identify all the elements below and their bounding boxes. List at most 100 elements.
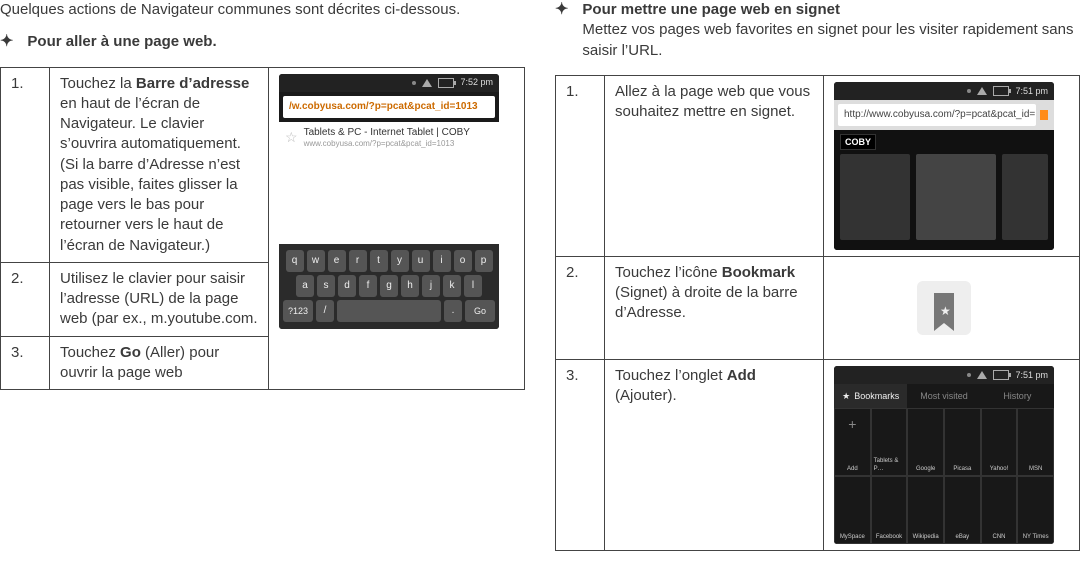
key: d xyxy=(338,275,356,297)
status-bar: 7:51 pm xyxy=(834,82,1054,100)
heading-left: ✦ Pour aller à une page web. xyxy=(0,32,525,52)
address-bar: http://www.cobyusa.com/?p=pcat&pcat_id=1… xyxy=(838,104,1036,126)
heading-right-block: Pour mettre une page web en signet Mette… xyxy=(582,0,1080,61)
key: k xyxy=(443,275,461,297)
step3-bold: Go xyxy=(120,344,141,361)
key: u xyxy=(412,250,430,272)
key: p xyxy=(475,250,493,272)
key: y xyxy=(391,250,409,272)
table-row: 3. Touchez l’onglet Add (Ajouter). 7:51 … xyxy=(556,359,1080,550)
key: a xyxy=(296,275,314,297)
step-number: 2. xyxy=(1,262,50,336)
page-carousel: COBY xyxy=(834,130,1054,250)
cell: Picasa xyxy=(944,408,981,476)
arrow-icon: ✦ xyxy=(0,32,13,51)
wifi-icon xyxy=(977,371,987,379)
right-column: ✦ Pour mettre une page web en signet Met… xyxy=(555,0,1080,576)
step-text: Allez à la page web que vous souhaitez m… xyxy=(605,75,824,256)
key: t xyxy=(370,250,388,272)
left-column: Quelques actions de Navigateur communes … xyxy=(0,0,525,576)
phone-mock-keyboard: 7:52 pm /w.cobyusa.com/?p=pcat&pcat_id=1… xyxy=(279,74,499,329)
step-number: 3. xyxy=(1,336,50,390)
step2-bold: Bookmark xyxy=(722,264,795,281)
clock: 7:51 pm xyxy=(1015,369,1048,381)
wifi-icon xyxy=(977,87,987,95)
cell: eBay xyxy=(944,476,981,544)
key: o xyxy=(454,250,472,272)
table-row: 1. Allez à la page web que vous souhaite… xyxy=(556,75,1080,256)
step-number: 1. xyxy=(1,67,50,262)
step-text: Touchez l’onglet Add (Ajouter). xyxy=(605,359,824,550)
step1-pre: Touchez la xyxy=(60,75,136,92)
table-row: 1. Touchez la Barre d’adresse en haut de… xyxy=(1,67,525,262)
step2-pre: Touchez l’icône xyxy=(615,264,722,281)
key-go: Go xyxy=(465,300,495,322)
keyboard: q w e r t y u i o p xyxy=(279,244,499,329)
bookmark-tabs: ★ Bookmarks Most visited History xyxy=(834,384,1054,408)
cell: Tablets & P… xyxy=(871,408,908,476)
bookmarks-grid: ★ Bookmarks Most visited History Add Tab… xyxy=(834,384,1054,544)
key: s xyxy=(317,275,335,297)
left-table: 1. Touchez la Barre d’adresse en haut de… xyxy=(0,67,525,391)
step3-bold: Add xyxy=(727,367,756,384)
cell: CNN xyxy=(981,476,1018,544)
page-title-block: Tablets & PC - Internet Tablet | COBY ww… xyxy=(304,126,470,150)
coby-logo: COBY xyxy=(840,134,876,150)
clock: 7:51 pm xyxy=(1015,85,1048,97)
cell: Wikipedia xyxy=(907,476,944,544)
status-bar: 7:52 pm xyxy=(279,74,499,92)
key: w xyxy=(307,250,325,272)
tab-bookmarks: ★ Bookmarks xyxy=(834,384,907,408)
cell-add: Add xyxy=(834,408,871,476)
heading-right-text: Pour mettre une page web en signet xyxy=(582,1,840,18)
page-subtitle: www.cobyusa.com/?p=pcat&pcat_id=1013 xyxy=(304,139,470,150)
phone-mock-bookmarks: 7:51 pm ★ Bookmarks Most visited History… xyxy=(834,366,1054,544)
tab-bookmarks-label: Bookmarks xyxy=(854,390,899,402)
heading-left-text: Pour aller à une page web. xyxy=(27,32,525,52)
battery-icon xyxy=(438,78,454,88)
signal-icon xyxy=(967,373,971,377)
arrow-icon: ✦ xyxy=(555,0,568,19)
key-dot: . xyxy=(444,300,462,322)
kbd-row-1: q w e r t y u i o p xyxy=(283,250,495,272)
step-number: 3. xyxy=(556,359,605,550)
table-row: 2. Touchez l’icône Bookmark (Signet) à d… xyxy=(556,256,1080,359)
step-text: Touchez Go (Aller) pour ouvrir la page w… xyxy=(50,336,269,390)
page-title-row: ☆ Tablets & PC - Internet Tablet | COBY … xyxy=(279,122,499,154)
tab-most-visited: Most visited xyxy=(907,384,980,408)
bookmark-icon: ★ xyxy=(917,281,971,335)
cell: Facebook xyxy=(871,476,908,544)
key: j xyxy=(422,275,440,297)
address-bar: /w.cobyusa.com/?p=pcat&pcat_id=1013 xyxy=(283,96,495,118)
right-table: 1. Allez à la page web que vous souhaite… xyxy=(555,75,1080,551)
cell: MSN xyxy=(1017,408,1054,476)
key: e xyxy=(328,250,346,272)
cell: NY Times xyxy=(1017,476,1054,544)
step3-pre: Touchez xyxy=(60,344,120,361)
step3-post: (Ajouter). xyxy=(615,387,677,404)
slide xyxy=(1002,154,1048,240)
step1-bold: Barre d’adresse xyxy=(136,75,249,92)
key: q xyxy=(286,250,304,272)
clock: 7:52 pm xyxy=(460,76,493,88)
ribbon-icon: ★ xyxy=(934,293,954,323)
bookmark-cells: Add Tablets & P… Google Picasa Yahoo! MS… xyxy=(834,408,1054,544)
cell: Google xyxy=(907,408,944,476)
key-slash: / xyxy=(316,300,334,322)
step3-pre: Touchez l’onglet xyxy=(615,367,727,384)
bookmark-icon-box: ★ xyxy=(834,263,1054,353)
page-body-blank xyxy=(279,154,499,244)
battery-icon xyxy=(993,86,1009,96)
status-bar: 7:51 pm xyxy=(834,366,1054,384)
screenshot-cell: 7:51 pm http://www.cobyusa.com/?p=pcat&p… xyxy=(824,75,1080,256)
key: r xyxy=(349,250,367,272)
bookmark-flag-icon xyxy=(1040,110,1048,120)
step-number: 2. xyxy=(556,256,605,359)
step-text: Touchez l’icône Bookmark (Signet) à droi… xyxy=(605,256,824,359)
wifi-icon xyxy=(422,79,432,87)
page: Quelques actions de Navigateur communes … xyxy=(0,0,1090,586)
key: l xyxy=(464,275,482,297)
key: i xyxy=(433,250,451,272)
key: g xyxy=(380,275,398,297)
battery-icon xyxy=(993,370,1009,380)
